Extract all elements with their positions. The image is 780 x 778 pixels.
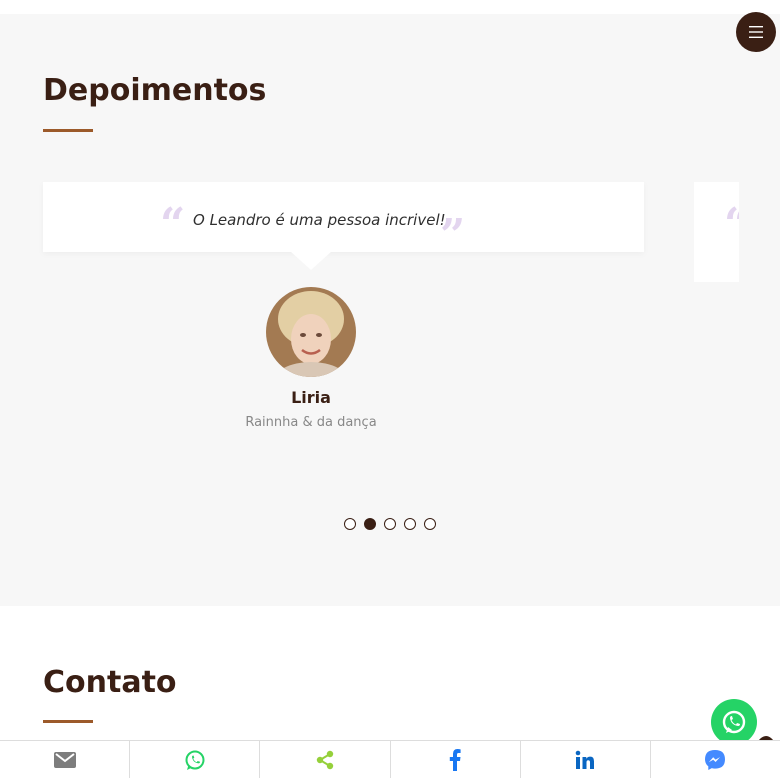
testimonials-title-underline xyxy=(43,129,93,132)
contact-title: Contato xyxy=(43,665,177,700)
testimonial-author-name: Liria xyxy=(291,388,331,407)
email-icon xyxy=(53,751,76,768)
quote-card-pointer xyxy=(291,252,331,270)
testimonial-author-role: Rainnha & da dança xyxy=(245,415,377,430)
share-whatsapp-button[interactable] xyxy=(130,741,261,778)
testimonials-title: Depoimentos xyxy=(43,73,267,108)
carousel-pagination xyxy=(344,518,436,530)
next-quote-open-icon: “ xyxy=(724,203,739,247)
carousel-dot-active[interactable] xyxy=(364,518,376,530)
share-messenger-button[interactable] xyxy=(651,741,780,778)
whatsapp-icon xyxy=(185,750,205,770)
share-linkedin-button[interactable] xyxy=(521,741,651,778)
top-strip xyxy=(0,0,780,14)
carousel-dot[interactable] xyxy=(384,518,396,530)
whatsapp-float-button[interactable] xyxy=(711,699,757,745)
share-sharethis-button[interactable] xyxy=(260,741,391,778)
facebook-icon xyxy=(449,748,461,771)
share-facebook-button[interactable] xyxy=(391,741,521,778)
next-testimonial-card[interactable]: “ xyxy=(694,182,739,282)
hamburger-menu-icon xyxy=(749,26,763,38)
linkedin-icon xyxy=(575,750,595,769)
sharethis-icon xyxy=(316,750,334,769)
testimonial-quote: O Leandro é uma pessoa incrivel! xyxy=(193,211,446,229)
testimonial-avatar xyxy=(266,287,356,377)
quote-open-icon: “ xyxy=(160,199,186,250)
contact-title-underline xyxy=(43,720,93,723)
messenger-icon xyxy=(705,749,726,770)
carousel-dot[interactable] xyxy=(344,518,356,530)
share-email-button[interactable] xyxy=(0,741,131,778)
carousel-dot[interactable] xyxy=(424,518,436,530)
share-bar xyxy=(0,740,780,778)
whatsapp-icon xyxy=(722,710,746,734)
menu-button[interactable] xyxy=(736,12,776,52)
carousel-dot[interactable] xyxy=(404,518,416,530)
